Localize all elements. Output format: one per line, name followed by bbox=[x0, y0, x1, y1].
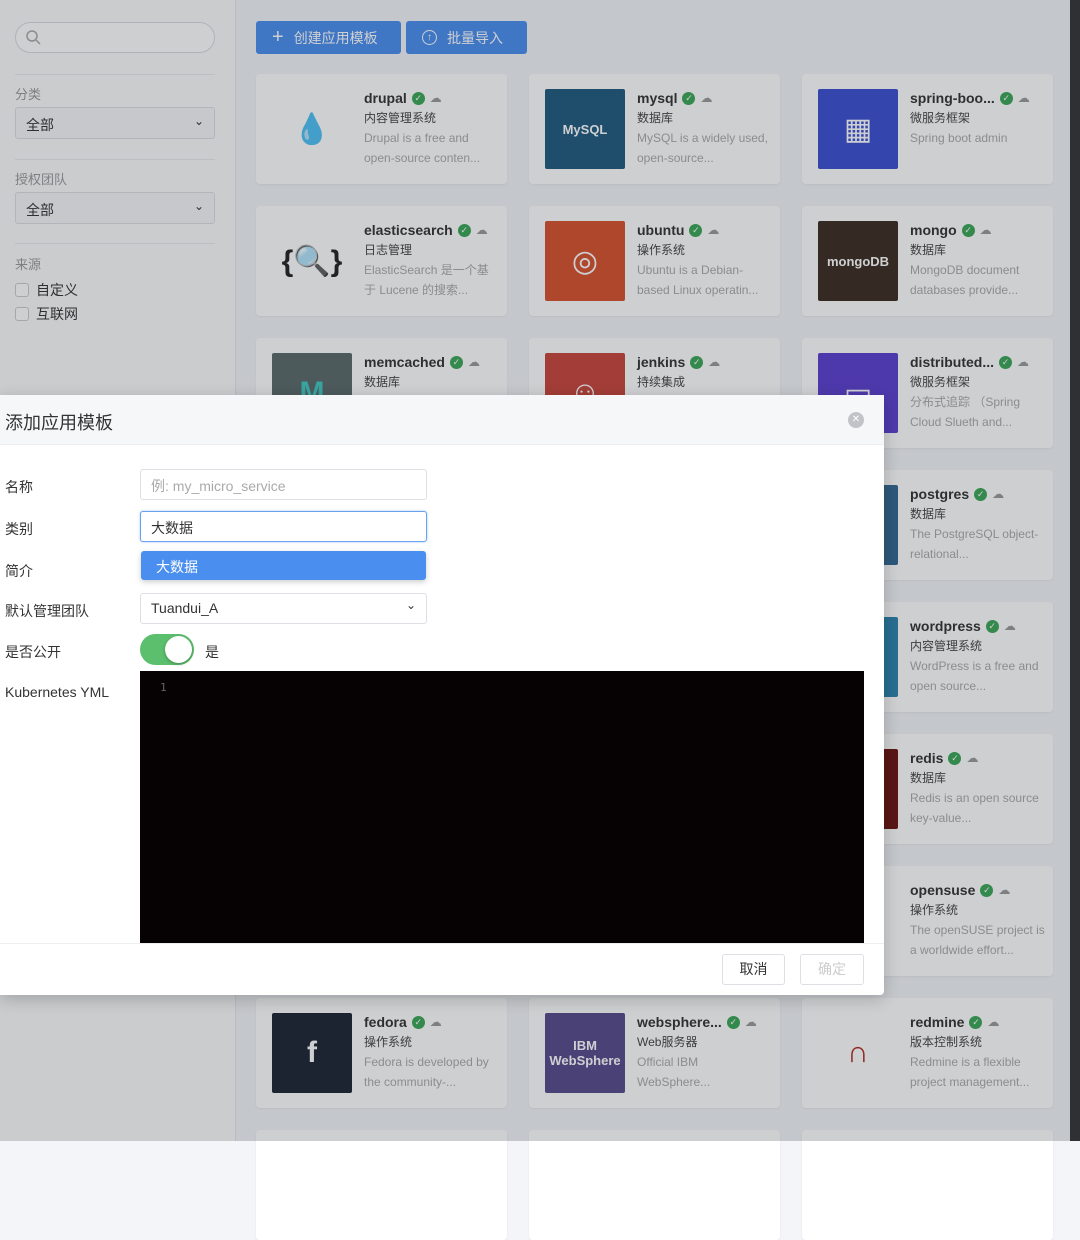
cancel-button[interactable]: 取消 bbox=[722, 954, 785, 985]
add-template-dialog: 添加应用模板 ✕ 名称 例: my_micro_service 类别 大数据 简… bbox=[0, 395, 884, 995]
yml-label: Kubernetes YML bbox=[5, 684, 110, 700]
yml-code-editor[interactable]: 1 bbox=[140, 671, 864, 943]
public-toggle[interactable] bbox=[140, 634, 194, 665]
template-card[interactable] bbox=[256, 1130, 507, 1240]
team-label: 默认管理团队 bbox=[5, 603, 89, 619]
name-placeholder: 例: my_micro_service bbox=[151, 478, 286, 494]
close-icon[interactable]: ✕ bbox=[848, 412, 864, 428]
team-value: Tuandui_A bbox=[151, 600, 219, 616]
category-label: 类别 bbox=[5, 521, 33, 537]
category-option-label: 大数据 bbox=[156, 559, 198, 575]
template-card[interactable] bbox=[529, 1130, 780, 1240]
category-value: 大数据 bbox=[151, 520, 193, 536]
chevron-down-icon: ⌄ bbox=[405, 598, 416, 612]
window-edge bbox=[1070, 0, 1080, 1141]
dialog-footer: 取消 确定 bbox=[0, 943, 884, 995]
public-label: 是否公开 bbox=[5, 644, 61, 660]
name-input[interactable]: 例: my_micro_service bbox=[140, 469, 427, 500]
category-option[interactable]: 大数据 bbox=[141, 551, 426, 580]
name-label: 名称 bbox=[5, 479, 33, 495]
line-number: 1 bbox=[160, 681, 167, 694]
team-select[interactable]: Tuandui_A ⌄ bbox=[140, 593, 427, 624]
category-input[interactable]: 大数据 bbox=[140, 511, 427, 542]
confirm-button[interactable]: 确定 bbox=[800, 954, 864, 985]
template-card[interactable] bbox=[802, 1130, 1053, 1240]
dialog-header: 添加应用模板 ✕ bbox=[0, 395, 884, 445]
intro-label: 简介 bbox=[5, 563, 33, 579]
public-state-text: 是 bbox=[205, 644, 219, 660]
toggle-knob bbox=[165, 636, 192, 663]
dialog-title: 添加应用模板 bbox=[5, 413, 113, 433]
